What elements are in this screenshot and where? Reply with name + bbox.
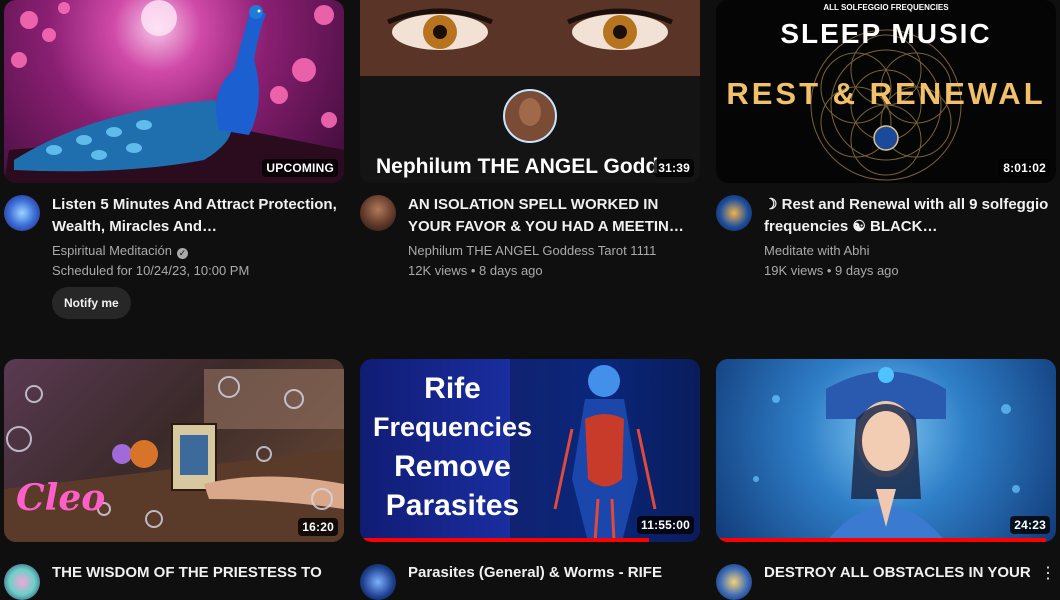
video-meta: Scheduled for 10/24/23, 10:00 PM bbox=[52, 263, 250, 278]
video-title[interactable]: AN ISOLATION SPELL WORKED IN YOUR FAVOR … bbox=[408, 194, 693, 238]
video-thumbnail[interactable]: Rife Frequencies Remove Parasites 11:55:… bbox=[360, 359, 700, 542]
duration-badge: 16:20 bbox=[298, 518, 338, 536]
video-title[interactable]: THE WISDOM OF THE PRIESTESS TO bbox=[52, 562, 337, 584]
thumbnail-subheadline: REST & RENEWAL bbox=[726, 76, 1046, 111]
video-thumbnail[interactable]: 24:23 bbox=[716, 359, 1056, 542]
duration-badge: 11:55:00 bbox=[637, 516, 694, 534]
verified-icon: ✓ bbox=[176, 248, 188, 259]
channel-avatar[interactable] bbox=[4, 564, 40, 600]
channel-name-label: Espiritual Meditación bbox=[52, 243, 172, 258]
channel-avatar[interactable] bbox=[716, 195, 752, 231]
watch-progress-bar bbox=[716, 538, 1046, 542]
thumbnail-line: Parasites bbox=[385, 489, 520, 522]
peacock-thumbnail-icon bbox=[4, 0, 344, 183]
goddess-thumbnail-icon bbox=[753, 367, 1020, 542]
channel-avatar[interactable] bbox=[360, 195, 396, 231]
video-thumbnail[interactable]: UPCOMING bbox=[4, 0, 344, 183]
thumbnail-text: Nephilum THE ANGEL Godd bbox=[376, 155, 659, 178]
channel-name[interactable]: Espiritual Meditación ✓ bbox=[52, 243, 188, 259]
upcoming-badge: UPCOMING bbox=[262, 159, 338, 177]
thumbnail-headline: SLEEP MUSIC bbox=[780, 18, 992, 49]
thumbnail-small-text: ALL SOLFEGGIO FREQUENCIES bbox=[823, 3, 949, 12]
thumbnail-line: Rife bbox=[424, 372, 481, 405]
video-thumbnail[interactable]: ALL SOLFEGGIO FREQUENCIES SLEEP MUSIC RE… bbox=[716, 0, 1056, 183]
video-title[interactable]: Listen 5 Minutes And Attract Protection,… bbox=[52, 194, 337, 238]
video-title[interactable]: Parasites (General) & Worms - RIFE bbox=[408, 562, 693, 584]
channel-name[interactable]: Meditate with Abhi bbox=[764, 243, 870, 258]
video-meta: 12K views • 8 days ago bbox=[408, 263, 543, 278]
video-thumbnail[interactable]: Nephilum THE ANGEL Godd 31:39 bbox=[360, 0, 700, 183]
notify-me-button[interactable]: Notify me bbox=[52, 287, 131, 319]
more-actions-icon[interactable]: ⋮ bbox=[1040, 563, 1056, 583]
watch-progress-bar bbox=[360, 538, 649, 542]
video-title[interactable]: DESTROY ALL OBSTACLES IN YOUR bbox=[764, 562, 1049, 584]
channel-name[interactable]: Nephilum THE ANGEL Goddess Tarot 1111 bbox=[408, 243, 656, 258]
duration-badge: 24:23 bbox=[1010, 516, 1050, 534]
thumbnail-line: Frequencies bbox=[372, 412, 533, 442]
channel-avatar[interactable] bbox=[716, 564, 752, 600]
video-title[interactable]: ☽ Rest and Renewal with all 9 solfeggio … bbox=[764, 194, 1049, 238]
thumbnail-line: Remove bbox=[394, 450, 511, 483]
channel-avatar[interactable] bbox=[360, 564, 396, 600]
thumbnail-headline-group: Rife Frequencies Remove Parasites bbox=[360, 369, 545, 525]
channel-avatar[interactable] bbox=[4, 195, 40, 231]
channel-logo-text: Cleo bbox=[16, 477, 106, 519]
video-meta: 19K views • 9 days ago bbox=[764, 263, 899, 278]
duration-badge: 31:39 bbox=[654, 159, 694, 177]
video-thumbnail[interactable]: Cleo 16:20 bbox=[4, 359, 344, 542]
duration-badge: 8:01:02 bbox=[999, 159, 1050, 177]
